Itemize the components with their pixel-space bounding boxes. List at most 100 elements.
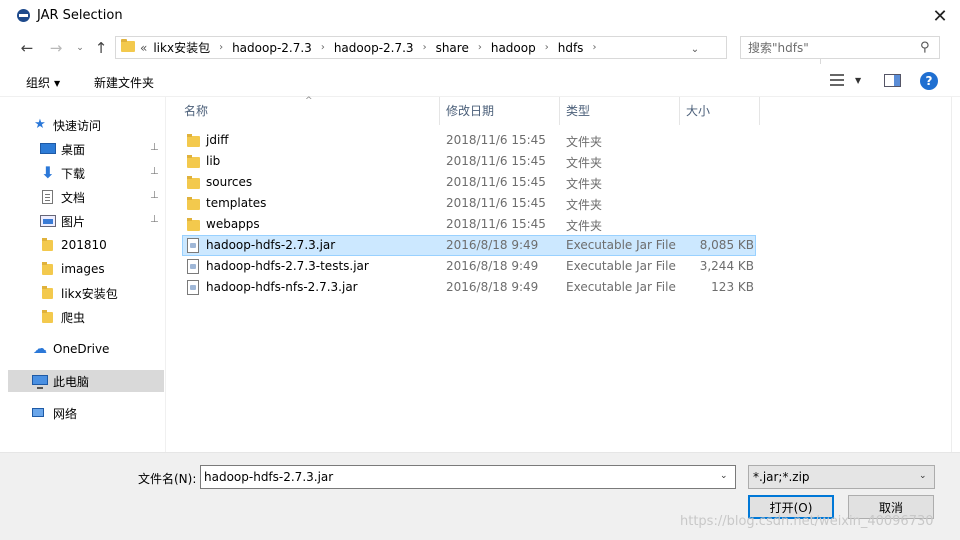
table-row[interactable]: sources 2018/11/6 15:45 文件夹 <box>182 172 756 193</box>
breadcrumb-separator-icon[interactable]: › <box>545 42 549 53</box>
forward-button[interactable]: → <box>45 37 67 59</box>
sidebar-item-label: 文档 <box>61 190 86 205</box>
help-icon[interactable]: ? <box>920 72 938 90</box>
table-row[interactable]: lib 2018/11/6 15:45 文件夹 <box>182 151 756 172</box>
pin-icon[interactable]: ⊥ <box>150 142 159 153</box>
file-name: hadoop-hdfs-2.7.3-tests.jar <box>206 259 369 273</box>
sidebar-item-quick-access[interactable]: ★ 快速访问 <box>8 114 164 136</box>
folder-icon <box>187 197 200 210</box>
sidebar-item-label: OneDrive <box>53 342 110 356</box>
sidebar-item-label: 网络 <box>53 406 78 421</box>
pin-icon[interactable]: ⊥ <box>150 190 159 201</box>
breadcrumb-item[interactable]: hadoop <box>491 41 536 55</box>
file-name: templates <box>206 196 267 210</box>
sidebar-item-downloads[interactable]: ⬇ 下载 ⊥ <box>8 162 164 184</box>
filename-input[interactable] <box>201 466 711 488</box>
file-name: hadoop-hdfs-2.7.3.jar <box>206 238 336 252</box>
recent-locations-button[interactable]: ⌄ <box>69 37 91 59</box>
chevron-down-icon: ▼ <box>54 79 61 88</box>
breadcrumb-overflow-button[interactable]: « <box>140 41 147 55</box>
title-bar: JAR Selection ✕ <box>0 0 960 32</box>
network-icon <box>32 408 44 417</box>
folder-icon <box>187 134 200 147</box>
breadcrumb-separator-icon[interactable]: › <box>321 42 325 53</box>
file-name: lib <box>206 154 221 168</box>
close-button[interactable]: ✕ <box>920 0 960 32</box>
table-row[interactable]: templates 2018/11/6 15:45 文件夹 <box>182 193 756 214</box>
window-title: JAR Selection <box>37 8 123 23</box>
folder-icon <box>42 310 53 323</box>
breadcrumb-item[interactable]: hdfs <box>558 41 584 55</box>
file-type: 文件夹 <box>566 135 603 149</box>
folder-icon <box>42 262 53 275</box>
table-row[interactable]: webapps 2018/11/6 15:45 文件夹 <box>182 214 756 235</box>
jar-file-icon <box>187 238 199 253</box>
sidebar-item-label: 图片 <box>61 214 86 229</box>
dialog-footer: 文件名(N): ⌄ *.jar;*.zip ⌄ 打开(O) 取消 https:/… <box>0 452 960 540</box>
back-button[interactable]: ← <box>16 37 38 59</box>
folder-icon <box>121 39 135 52</box>
breadcrumb-item[interactable]: likx安装包 <box>153 39 210 56</box>
sidebar-item-network[interactable]: 网络 <box>8 402 164 424</box>
breadcrumb-item[interactable]: share <box>436 41 469 55</box>
preview-pane-icon[interactable] <box>884 74 901 87</box>
file-size: 3,244 KB <box>699 259 754 273</box>
search-box[interactable]: ⚲ <box>740 36 940 59</box>
column-header-size[interactable]: 大小 <box>680 97 760 125</box>
sidebar-item-pictures[interactable]: 图片 ⊥ <box>8 210 164 232</box>
breadcrumb-separator-icon[interactable]: › <box>423 42 427 53</box>
address-row: ← → ⌄ ↑ « likx安装包 › hadoop-2.7.3 › hadoo… <box>0 32 960 64</box>
file-list: 名称 修改日期 类型 大小 jdiff 2018/11/6 15:45 文件夹 … <box>166 97 951 452</box>
organize-button[interactable]: 组织 ▼ <box>26 74 60 91</box>
organize-label: 组织 <box>26 76 51 90</box>
breadcrumb-separator-icon[interactable]: › <box>592 42 596 53</box>
table-row[interactable]: hadoop-hdfs-nfs-2.7.3.jar 2016/8/18 9:49… <box>182 277 756 298</box>
table-row-selected[interactable]: hadoop-hdfs-2.7.3.jar 2016/8/18 9:49 Exe… <box>182 235 756 256</box>
sidebar-item-onedrive[interactable]: ☁ OneDrive <box>8 338 164 360</box>
sidebar-item-images[interactable]: images <box>8 258 164 280</box>
computer-icon <box>32 375 48 389</box>
file-type-filter-select[interactable]: *.jar;*.zip ⌄ <box>748 465 935 489</box>
document-icon <box>42 190 53 204</box>
column-header-date[interactable]: 修改日期 <box>440 97 560 125</box>
scrollbar[interactable] <box>951 97 960 452</box>
file-date: 2018/11/6 15:45 <box>446 133 546 147</box>
desktop-icon <box>40 143 56 154</box>
folder-icon <box>187 155 200 168</box>
star-icon: ★ <box>34 117 46 132</box>
column-header-type[interactable]: 类型 <box>560 97 680 125</box>
file-name: webapps <box>206 217 260 231</box>
file-type-filter-value: *.jar;*.zip <box>753 470 810 484</box>
breadcrumb-separator-icon[interactable]: › <box>219 42 223 53</box>
breadcrumb: « likx安装包 › hadoop-2.7.3 › hadoop-2.7.3 … <box>140 37 605 58</box>
file-type: 文件夹 <box>566 156 603 170</box>
pin-icon[interactable]: ⊥ <box>150 214 159 225</box>
search-icon[interactable]: ⚲ <box>920 40 930 55</box>
sidebar-item-crawler[interactable]: 爬虫 <box>8 306 164 328</box>
folder-icon <box>42 238 53 251</box>
sidebar-item-this-pc[interactable]: 此电脑 <box>8 370 164 392</box>
folder-icon <box>42 286 53 299</box>
table-row[interactable]: hadoop-hdfs-2.7.3-tests.jar 2016/8/18 9:… <box>182 256 756 277</box>
sidebar-item-desktop[interactable]: 桌面 ⊥ <box>8 138 164 160</box>
chevron-down-icon[interactable]: ⌄ <box>720 471 728 481</box>
address-dropdown-button[interactable]: ⌄ <box>688 38 702 60</box>
search-input[interactable] <box>741 37 916 58</box>
up-button[interactable]: ↑ <box>90 37 112 59</box>
file-size: 123 KB <box>711 280 754 294</box>
sidebar-item-documents[interactable]: 文档 ⊥ <box>8 186 164 208</box>
filename-combobox[interactable]: ⌄ <box>200 465 736 489</box>
sidebar-item-201810[interactable]: 201810 <box>8 234 164 256</box>
table-row[interactable]: jdiff 2018/11/6 15:45 文件夹 <box>182 130 756 151</box>
sidebar-item-likx[interactable]: likx安装包 <box>8 282 164 304</box>
view-options-chevron-icon[interactable]: ▼ <box>855 76 861 85</box>
file-date: 2018/11/6 15:45 <box>446 154 546 168</box>
pin-icon[interactable]: ⊥ <box>150 166 159 177</box>
file-name: hadoop-hdfs-nfs-2.7.3.jar <box>206 280 358 294</box>
breadcrumb-item[interactable]: hadoop-2.7.3 <box>232 41 312 55</box>
address-bar[interactable]: « likx安装包 › hadoop-2.7.3 › hadoop-2.7.3 … <box>115 36 837 64</box>
change-view-icon[interactable] <box>830 74 844 86</box>
new-folder-button[interactable]: 新建文件夹 <box>94 74 154 91</box>
breadcrumb-separator-icon[interactable]: › <box>478 42 482 53</box>
breadcrumb-item[interactable]: hadoop-2.7.3 <box>334 41 414 55</box>
